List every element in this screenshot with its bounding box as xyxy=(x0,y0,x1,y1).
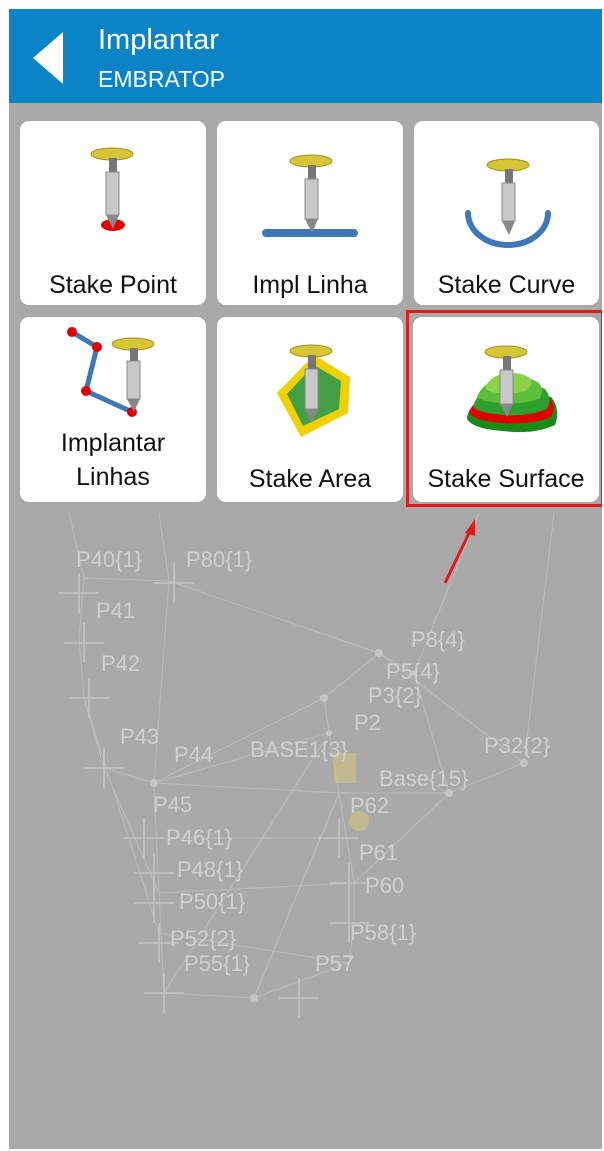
map-label: P60 xyxy=(365,873,404,898)
stake-area-label: Stake Area xyxy=(248,465,372,493)
map-label: P50{1} xyxy=(179,889,245,914)
app-screen: Implantar EMBRATOP P40{1} P80{1} P41 P42… xyxy=(9,9,602,1149)
stake-lines-icon xyxy=(67,327,155,417)
stake-lines-tile[interactable]: Implantar Linhas xyxy=(20,317,206,502)
map-label: P3{2} xyxy=(368,683,422,708)
map-label: P62 xyxy=(350,793,389,818)
stake-area-icon xyxy=(277,344,350,437)
map-label: P46{1} xyxy=(166,825,232,850)
stake-point-tile[interactable]: Stake Point xyxy=(20,121,206,305)
map-label: P61 xyxy=(359,840,398,865)
map-label: P43 xyxy=(120,724,159,749)
map-label: P40{1} xyxy=(76,547,142,572)
stake-lines-label-line1: Implantar xyxy=(60,429,166,457)
stake-line-tile[interactable]: Impl Linha xyxy=(217,121,403,305)
survey-map[interactable]: P40{1} P80{1} P41 P42 P8{4} P5{4} P3{2} … xyxy=(9,103,602,1149)
page-title: Implantar xyxy=(98,24,219,56)
app-header: Implantar EMBRATOP xyxy=(9,9,602,103)
map-label: BASE1{3} xyxy=(250,737,348,762)
map-label: P8{4} xyxy=(411,627,465,652)
map-label: P44 xyxy=(174,742,213,767)
back-arrow-icon[interactable] xyxy=(33,32,69,84)
map-label: P41 xyxy=(96,598,135,623)
map-label: P80{1} xyxy=(186,547,252,572)
map-label: P48{1} xyxy=(177,857,243,882)
stake-point-label: Stake Point xyxy=(49,271,177,299)
map-label: P42 xyxy=(101,651,140,676)
stake-line-icon xyxy=(262,154,358,237)
map-label: P57 xyxy=(315,951,354,976)
stake-curve-tile[interactable]: Stake Curve xyxy=(414,121,599,305)
map-label: P5{4} xyxy=(386,659,440,684)
selection-highlight xyxy=(406,310,602,507)
stake-area-tile[interactable]: Stake Area xyxy=(217,317,403,502)
map-label: P55{1} xyxy=(184,951,250,976)
stake-curve-icon xyxy=(465,158,551,248)
map-label: Base{15} xyxy=(379,766,468,791)
page-subtitle: EMBRATOP xyxy=(98,66,225,92)
stake-lines-label-line2: Linhas xyxy=(76,463,150,491)
map-label: P52{2} xyxy=(170,926,236,951)
stake-line-label: Impl Linha xyxy=(252,271,368,299)
map-label: P32{2} xyxy=(484,733,550,758)
stake-curve-label: Stake Curve xyxy=(437,271,576,299)
map-label: P2 xyxy=(354,710,381,735)
stake-point-icon xyxy=(90,147,134,231)
map-label: P45 xyxy=(153,792,192,817)
map-label: P58{1} xyxy=(350,920,416,945)
